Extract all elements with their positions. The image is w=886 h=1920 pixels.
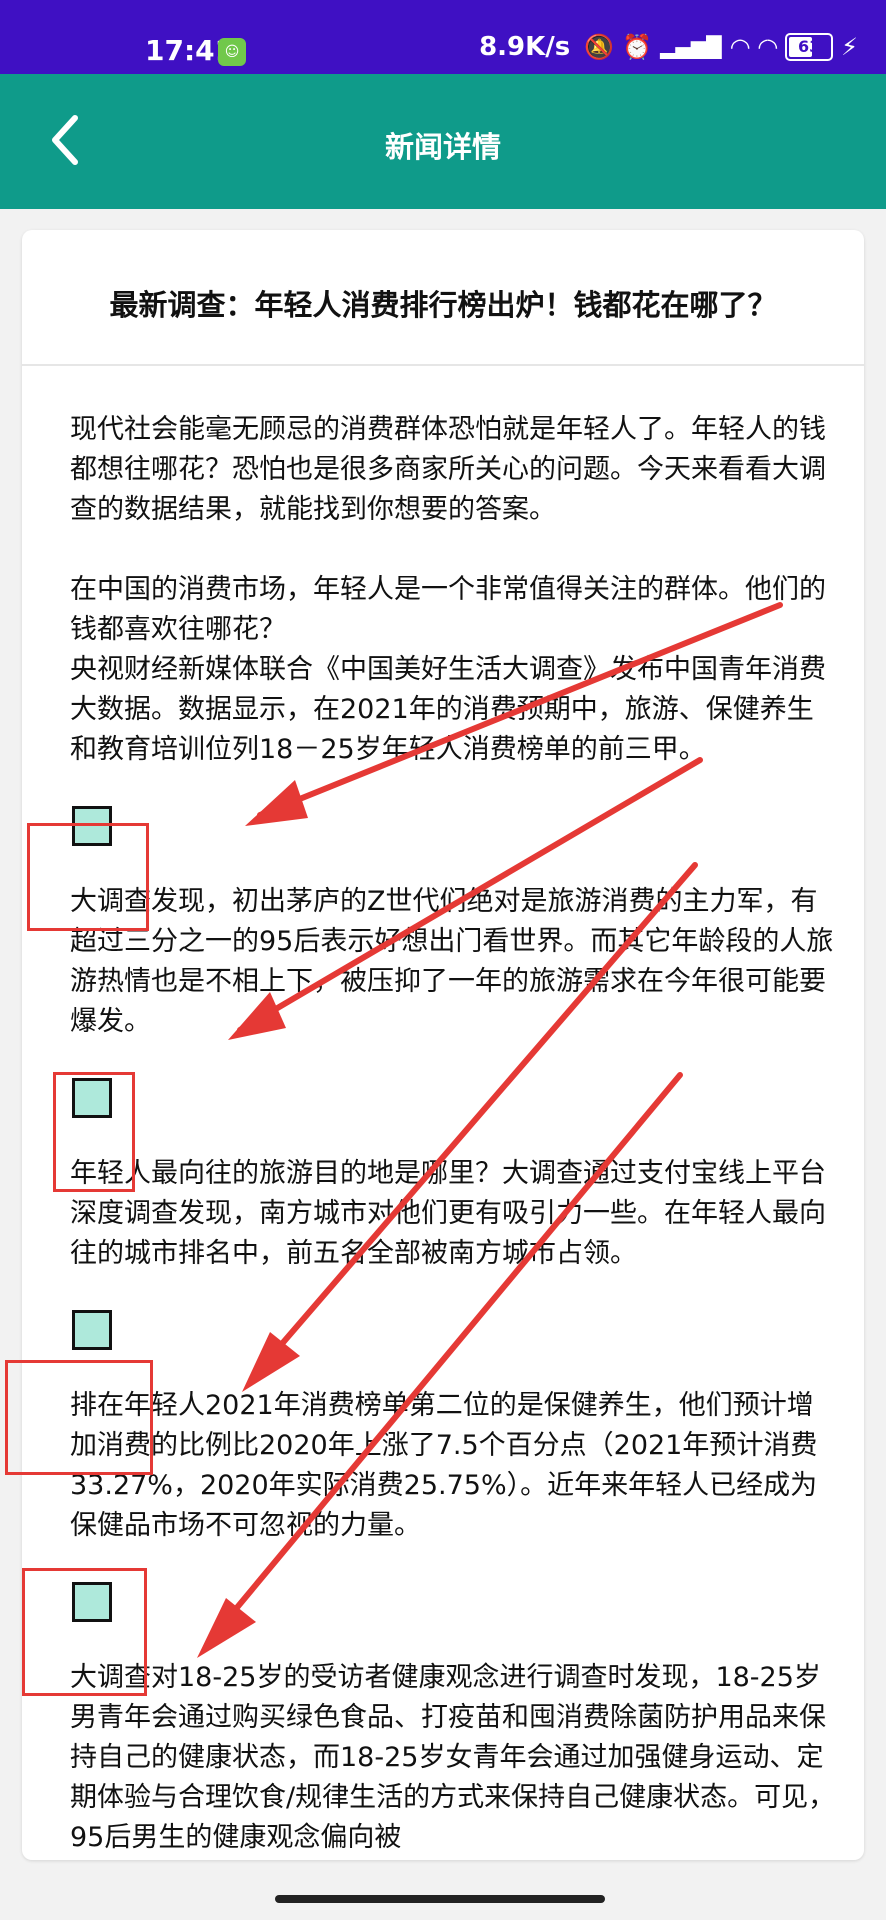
paragraph: 大调查发现，初出茅庐的Z世代们绝对是旅游消费的主力军，有超过三分之一的95后表示… — [70, 886, 834, 1037]
cat-icon: ☺ — [218, 38, 246, 66]
image-placeholder[interactable] — [70, 1274, 840, 1386]
annotation-box — [27, 823, 149, 931]
alarm-icon: ⏰ — [622, 33, 653, 61]
paragraph: 央视财经新媒体联合《中国美好生活大调查》发布中国青年消费大数据。数据显示，在20… — [70, 654, 826, 765]
annotation-box — [5, 1360, 153, 1475]
battery-level: 63 — [798, 37, 821, 56]
charging-icon: ⚡ — [841, 33, 858, 61]
article-body: 现代社会能毫无顾忌的消费群体恐怕就是年轻人了。年轻人的钱都想往哪花？恐怕也是很多… — [70, 410, 840, 1858]
article-title: 最新调查：年轻人消费排行榜出炉！钱都花在哪了？ — [109, 288, 777, 322]
annotation-box — [53, 1072, 135, 1192]
paragraph: 在中国的消费市场，年轻人是一个非常值得关注的群体。他们的钱都喜欢往哪花？ — [70, 574, 826, 645]
paragraph: 大调查对18-25岁的受访者健康观念进行调查时发现，18-25岁男青年会通过购买… — [70, 1662, 836, 1853]
wifi-calling-icon: ◠ — [729, 33, 751, 61]
status-bar: 17:41 ☺ 8.9K/s 🔕 ⏰ ▂▄▆█ ◠ ◜◝ 63 ⚡ — [0, 0, 886, 74]
paragraph: 排在年轻人2021年消费榜单第二位的是保健养生，他们预计增加消费的比例比2020… — [70, 1390, 818, 1541]
hd-signal-icon: ▂▄▆█ — [660, 35, 722, 59]
news-card: 最新调查：年轻人消费排行榜出炉！钱都花在哪了？ 现代社会能毫无顾忌的消费群体恐怕… — [22, 230, 864, 1860]
page-title: 新闻详情 — [384, 130, 501, 164]
image-placeholder[interactable] — [70, 1546, 840, 1658]
image-placeholder[interactable] — [70, 1042, 840, 1154]
paragraph: 年轻人最向往的旅游目的地是哪里？大调查通过支付宝线上平台深度调查发现，南方城市对… — [70, 1158, 826, 1269]
app-bar: 新闻详情 — [0, 74, 886, 209]
title-divider — [22, 364, 864, 366]
network-speed: 8.9K/s — [479, 32, 571, 62]
mute-bell-icon: 🔕 — [584, 33, 615, 61]
gesture-nav-handle[interactable] — [275, 1895, 605, 1903]
wifi-icon: ◜◝ — [758, 33, 778, 61]
paragraph: 现代社会能毫无顾忌的消费群体恐怕就是年轻人了。年轻人的钱都想往哪花？恐怕也是很多… — [70, 414, 826, 525]
broken-image-icon — [72, 1310, 112, 1350]
status-icons: 8.9K/s 🔕 ⏰ ▂▄▆█ ◠ ◜◝ 63 ⚡ — [479, 32, 858, 62]
image-placeholder[interactable] — [70, 770, 840, 882]
battery-icon: 63 — [785, 33, 834, 61]
annotation-box — [22, 1568, 147, 1696]
